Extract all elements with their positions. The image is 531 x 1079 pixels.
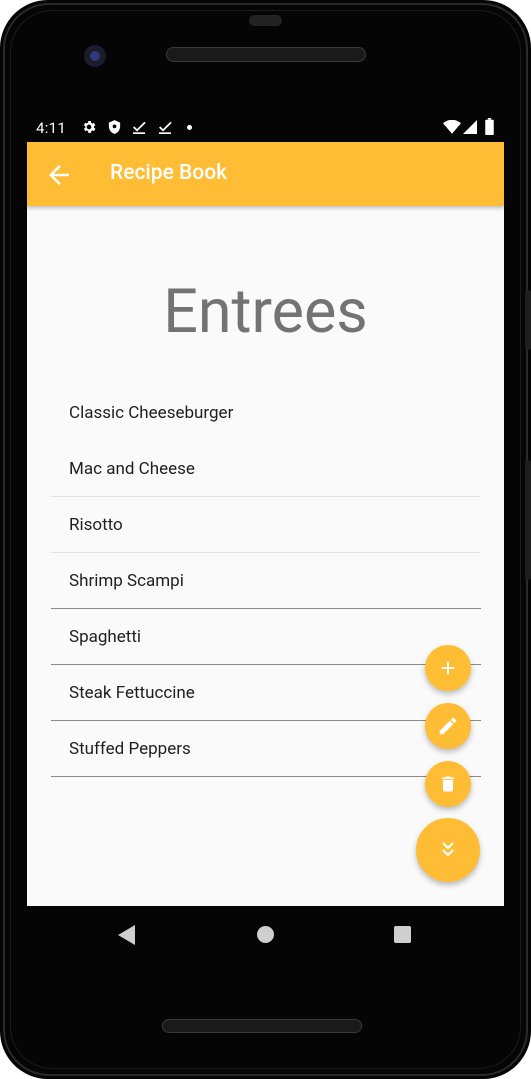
volume-button xyxy=(525,460,531,580)
recipe-list: Classic Cheeseburger Mac and Cheese Riso… xyxy=(51,385,481,777)
recipe-name: Shrimp Scampi xyxy=(69,571,184,591)
battery-icon xyxy=(485,118,494,135)
app-bar: Recipe Book xyxy=(27,142,504,206)
list-item[interactable]: Classic Cheeseburger xyxy=(51,385,481,441)
list-item[interactable]: Mac and Cheese xyxy=(51,441,481,497)
app-screen: Recipe Book Entrees Classic Cheeseburger… xyxy=(27,142,504,906)
status-bar: 4:11 xyxy=(27,114,504,142)
list-item[interactable]: Shrimp Scampi xyxy=(51,553,481,609)
list-item[interactable]: Steak Fettuccine xyxy=(51,665,481,721)
add-recipe-button[interactable] xyxy=(425,645,471,691)
front-camera xyxy=(84,45,106,67)
download-check-icon xyxy=(133,121,146,134)
wifi-icon xyxy=(443,120,461,134)
system-nav-bar xyxy=(27,906,504,962)
list-item[interactable]: Spaghetti xyxy=(51,609,481,665)
edit-recipe-button[interactable] xyxy=(425,703,471,749)
shield-icon xyxy=(108,120,121,134)
trash-icon xyxy=(442,776,454,792)
recipe-name: Risotto xyxy=(69,515,123,535)
plus-icon xyxy=(441,661,455,675)
bottom-speaker-grille xyxy=(162,1019,362,1033)
gear-icon xyxy=(83,121,96,133)
recents-square-icon[interactable] xyxy=(394,926,411,943)
arrow-back-icon[interactable] xyxy=(44,160,74,190)
recipe-name: Steak Fettuccine xyxy=(69,683,195,703)
double-chevron-down-icon xyxy=(442,842,454,857)
dot-icon xyxy=(187,125,192,130)
top-speaker-grille xyxy=(166,47,366,62)
recipe-name: Mac and Cheese xyxy=(69,459,195,479)
cellular-icon xyxy=(463,120,477,134)
download-check-icon xyxy=(159,121,172,134)
back-triangle-icon[interactable] xyxy=(118,925,136,945)
app-bar-title: Recipe Book xyxy=(110,161,228,185)
earpiece-top xyxy=(249,15,282,26)
status-time: 4:11 xyxy=(36,119,67,137)
recipe-name: Spaghetti xyxy=(69,627,142,647)
pencil-icon xyxy=(439,717,457,735)
list-item[interactable]: Stuffed Peppers xyxy=(51,721,481,777)
power-button xyxy=(525,290,531,350)
list-item[interactable]: Risotto xyxy=(51,497,481,553)
recipe-name: Classic Cheeseburger xyxy=(69,403,234,423)
fab-menu-toggle-button[interactable] xyxy=(416,818,480,882)
delete-recipe-button[interactable] xyxy=(425,761,471,807)
recipe-name: Stuffed Peppers xyxy=(69,739,191,759)
home-circle-icon[interactable] xyxy=(257,926,274,943)
page-heading: Entrees xyxy=(163,275,368,347)
